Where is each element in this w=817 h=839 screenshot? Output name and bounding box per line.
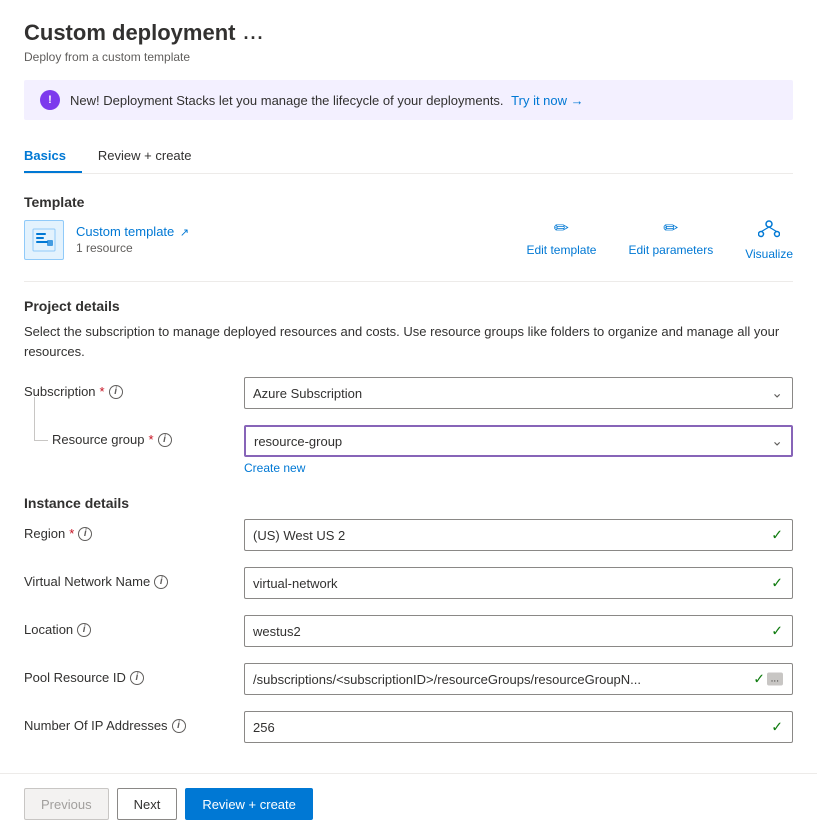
number-of-ip-addresses-valid-icon: ✓ — [771, 719, 783, 736]
resource-group-label: Resource group * i — [48, 425, 172, 447]
resource-group-indent-row: Resource group * i resource-group Create… — [24, 425, 793, 475]
tab-bar: Basics Review + create — [24, 140, 793, 174]
visualize-button[interactable]: Visualize — [745, 218, 793, 261]
edit-parameters-button[interactable]: ✏ Edit parameters — [628, 218, 713, 261]
edit-template-icon: ✏ — [554, 218, 569, 239]
project-details-section: Project details Select the subscription … — [24, 298, 793, 475]
pool-resource-id-select[interactable]: /subscriptions/<subscriptionID>/resource… — [244, 663, 793, 695]
location-select-wrapper: westus2 ✓ — [244, 615, 793, 647]
region-required-star: * — [69, 526, 74, 541]
review-create-button[interactable]: Review + create — [185, 788, 313, 820]
virtual-network-name-select[interactable]: virtual-network — [244, 567, 793, 599]
region-info-icon[interactable]: i — [78, 527, 92, 541]
banner-text: New! Deployment Stacks let you manage th… — [70, 93, 584, 108]
resource-group-control: resource-group Create new — [244, 425, 793, 475]
location-label: Location i — [24, 615, 244, 637]
ellipsis-menu-button[interactable]: ... — [243, 23, 264, 44]
subscription-select[interactable]: Azure Subscription — [244, 377, 793, 409]
visualize-icon — [758, 218, 780, 243]
location-select[interactable]: westus2 — [244, 615, 793, 647]
tab-review-create[interactable]: Review + create — [98, 140, 208, 173]
resource-group-select-wrapper: resource-group — [244, 425, 793, 457]
region-select-wrapper: (US) West US 2 ✓ — [244, 519, 793, 551]
pool-resource-id-info-icon[interactable]: i — [130, 671, 144, 685]
tab-basics[interactable]: Basics — [24, 140, 82, 173]
project-details-title: Project details — [24, 298, 793, 314]
page-title: Custom deployment — [24, 20, 235, 46]
location-row: Location i westus2 ✓ — [24, 615, 793, 647]
next-button[interactable]: Next — [117, 788, 178, 820]
number-of-ip-addresses-control: 256 ✓ — [244, 711, 793, 743]
virtual-network-name-control: virtual-network ✓ — [244, 567, 793, 599]
project-details-description: Select the subscription to manage deploy… — [24, 322, 793, 361]
location-control: westus2 ✓ — [244, 615, 793, 647]
pool-resource-id-select-wrapper: /subscriptions/<subscriptionID>/resource… — [244, 663, 793, 695]
subscription-required-star: * — [100, 384, 105, 399]
number-of-ip-addresses-select[interactable]: 256 — [244, 711, 793, 743]
template-section-title: Template — [24, 194, 793, 210]
divider-1 — [24, 281, 793, 282]
virtual-network-name-row: Virtual Network Name i virtual-network ✓ — [24, 567, 793, 599]
subscription-label: Subscription * i — [24, 377, 244, 399]
pool-resource-id-control: /subscriptions/<subscriptionID>/resource… — [244, 663, 793, 695]
subscription-row: Subscription * i Azure Subscription — [24, 377, 793, 409]
region-select[interactable]: (US) West US 2 — [244, 519, 793, 551]
banner-icon: ! — [40, 90, 60, 110]
template-resource-count: 1 resource — [76, 241, 189, 255]
pool-resource-id-overflow-indicator: ... — [767, 673, 783, 686]
pool-resource-id-row: Pool Resource ID i /subscriptions/<subsc… — [24, 663, 793, 695]
instance-details-title: Instance details — [24, 495, 793, 511]
template-name-link[interactable]: Custom template ↗ — [76, 224, 189, 239]
virtual-network-valid-icon: ✓ — [771, 575, 783, 592]
pool-resource-id-label: Pool Resource ID i — [24, 663, 244, 685]
footer: Previous Next Review + create — [0, 773, 817, 834]
location-info-icon[interactable]: i — [77, 623, 91, 637]
resource-group-select[interactable]: resource-group — [244, 425, 793, 457]
number-of-ip-addresses-info-icon[interactable]: i — [172, 719, 186, 733]
template-section: Template Custom templat — [24, 194, 793, 261]
template-actions: ✏ Edit template ✏ Edit parameters — [526, 218, 793, 261]
subscription-select-wrapper: Azure Subscription — [244, 377, 793, 409]
region-control: (US) West US 2 ✓ — [244, 519, 793, 551]
create-new-resource-group-link[interactable]: Create new — [244, 461, 305, 475]
edit-parameters-icon: ✏ — [663, 218, 678, 239]
template-icon — [24, 220, 64, 260]
subscription-info-icon[interactable]: i — [109, 385, 123, 399]
virtual-network-name-info-icon[interactable]: i — [154, 575, 168, 589]
location-valid-icon: ✓ — [771, 623, 783, 640]
number-of-ip-addresses-row: Number Of IP Addresses i 256 ✓ — [24, 711, 793, 743]
region-row: Region * i (US) West US 2 ✓ — [24, 519, 793, 551]
number-of-ip-addresses-label: Number Of IP Addresses i — [24, 711, 244, 733]
resource-group-info-icon[interactable]: i — [158, 433, 172, 447]
pool-resource-id-valid-icon: ✓ — [753, 671, 765, 688]
resource-group-bracket: Resource group * i — [24, 425, 244, 447]
region-label: Region * i — [24, 519, 244, 541]
deployment-stacks-banner: ! New! Deployment Stacks let you manage … — [24, 80, 793, 120]
resource-group-required-star: * — [149, 432, 154, 447]
instance-details-section: Instance details Region * i (US) West US… — [24, 495, 793, 743]
template-info: Custom template ↗ 1 resource — [24, 220, 189, 260]
number-of-ip-addresses-select-wrapper: 256 ✓ — [244, 711, 793, 743]
subscription-control: Azure Subscription — [244, 377, 793, 409]
virtual-network-name-label: Virtual Network Name i — [24, 567, 244, 589]
banner-try-now-link[interactable]: Try it now → — [511, 93, 583, 108]
edit-template-button[interactable]: ✏ Edit template — [526, 218, 596, 261]
page-subtitle: Deploy from a custom template — [24, 50, 793, 64]
previous-button[interactable]: Previous — [24, 788, 109, 820]
region-valid-icon: ✓ — [771, 527, 783, 544]
virtual-network-select-wrapper: virtual-network ✓ — [244, 567, 793, 599]
